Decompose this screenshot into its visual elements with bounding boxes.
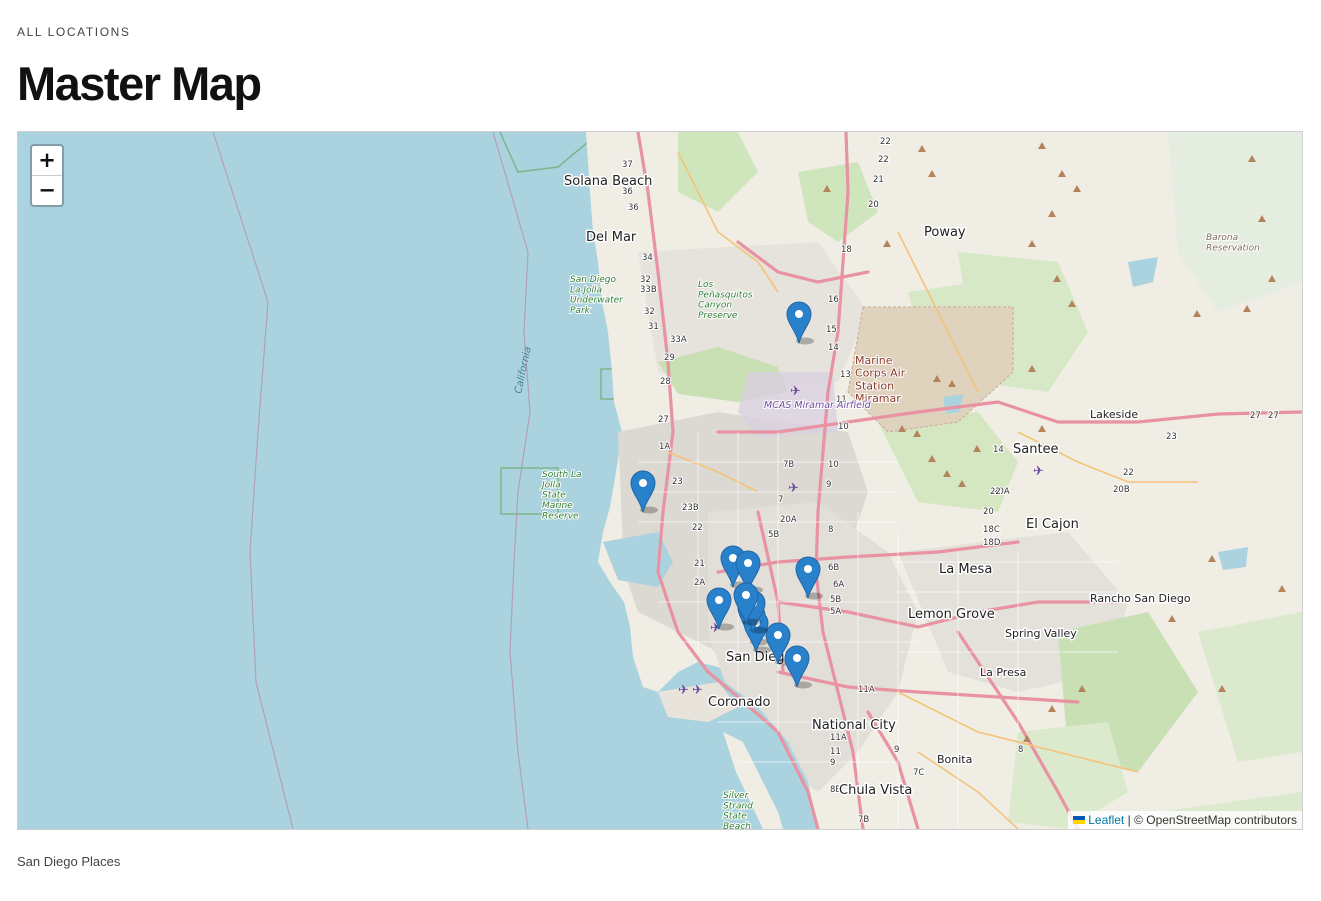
page-title: Master Map — [17, 57, 262, 110]
zoom-out-button[interactable]: − — [32, 176, 62, 205]
place-label: Lemon Grove — [908, 607, 995, 622]
svg-text:✈: ✈ — [678, 683, 689, 698]
svg-text:13: 13 — [840, 370, 851, 380]
svg-text:✈: ✈ — [1033, 464, 1044, 479]
place-label: Del Mar — [586, 230, 637, 245]
svg-text:6B: 6B — [828, 563, 839, 573]
svg-text:✈: ✈ — [788, 481, 799, 496]
attribution-separator: | — [1127, 813, 1131, 827]
svg-text:20: 20 — [983, 507, 994, 517]
osm-attribution-text: © OpenStreetMap contributors — [1134, 813, 1297, 827]
svg-text:✈: ✈ — [692, 683, 703, 698]
svg-text:9: 9 — [894, 745, 899, 755]
svg-text:22: 22 — [990, 487, 1001, 497]
place-label: Lakeside — [1090, 408, 1138, 421]
svg-text:8: 8 — [828, 525, 833, 535]
place-label: Poway — [924, 225, 966, 240]
svg-text:18: 18 — [841, 245, 852, 255]
svg-text:27: 27 — [1250, 411, 1261, 421]
svg-text:32: 32 — [644, 307, 655, 317]
ukraine-flag-icon — [1073, 816, 1086, 824]
svg-text:23: 23 — [1166, 432, 1177, 442]
svg-text:7: 7 — [778, 495, 783, 505]
svg-text:23: 23 — [672, 477, 683, 487]
svg-text:33A: 33A — [670, 335, 687, 345]
svg-text:15: 15 — [826, 325, 837, 335]
map-container[interactable]: ✈ ✈ ✈ ✈ ✈ ✈ 37 36 36 34 32 33B 32 31 33A 29 28 2… — [17, 131, 1303, 830]
airfield-label: MCAS Miramar Airfield — [764, 400, 872, 411]
svg-text:18D: 18D — [983, 538, 1001, 548]
place-label: El Cajon — [1026, 517, 1079, 532]
svg-text:7C: 7C — [913, 768, 924, 778]
svg-text:10: 10 — [838, 422, 849, 432]
svg-text:27: 27 — [1268, 411, 1279, 421]
basemap[interactable]: ✈ ✈ ✈ ✈ ✈ ✈ 373636 343233B 323133A 29282… — [18, 132, 1302, 829]
svg-text:22: 22 — [880, 137, 891, 147]
place-label: Coronado — [708, 695, 771, 710]
place-label: National City — [812, 718, 896, 733]
svg-text:11A: 11A — [830, 733, 847, 743]
svg-text:16: 16 — [828, 295, 839, 305]
svg-text:22: 22 — [692, 523, 703, 533]
svg-text:32: 32 — [640, 275, 651, 285]
svg-text:8: 8 — [1018, 745, 1023, 755]
svg-text:11A: 11A — [858, 685, 875, 695]
svg-text:9: 9 — [826, 480, 831, 490]
svg-text:37: 37 — [622, 160, 633, 170]
svg-text:27: 27 — [658, 415, 669, 425]
svg-text:20: 20 — [868, 200, 879, 210]
svg-text:10: 10 — [828, 460, 839, 470]
svg-text:31: 31 — [648, 322, 659, 332]
svg-text:1A: 1A — [659, 442, 670, 452]
svg-text:28: 28 — [660, 377, 671, 387]
place-label: Spring Valley — [1005, 627, 1077, 640]
svg-text:5B: 5B — [768, 530, 779, 540]
svg-text:33B: 33B — [640, 285, 657, 295]
place-label: Rancho San Diego — [1090, 592, 1191, 605]
place-label: Chula Vista — [839, 783, 912, 798]
svg-text:14: 14 — [993, 445, 1004, 455]
map-caption: San Diego Places — [17, 854, 121, 869]
svg-text:21: 21 — [873, 175, 884, 185]
svg-text:✈: ✈ — [790, 384, 801, 399]
svg-text:34: 34 — [642, 253, 653, 263]
svg-text:22: 22 — [878, 155, 889, 165]
place-label: Bonita — [937, 753, 972, 766]
svg-text:7B: 7B — [858, 815, 869, 825]
place-label: La Mesa — [939, 562, 992, 577]
svg-text:6A: 6A — [833, 580, 844, 590]
zoom-in-button[interactable]: + — [32, 146, 62, 176]
svg-text:5A: 5A — [830, 607, 841, 617]
svg-text:11: 11 — [830, 747, 841, 757]
svg-text:7B: 7B — [783, 460, 794, 470]
place-label: La Presa — [980, 666, 1026, 679]
place-label: Solana Beach — [564, 174, 652, 189]
svg-text:2A: 2A — [694, 578, 705, 588]
place-label: Santee — [1013, 442, 1059, 457]
eyebrow-label: ALL LOCATIONS — [17, 25, 131, 39]
svg-text:9: 9 — [830, 758, 835, 768]
svg-text:36: 36 — [628, 203, 639, 213]
svg-text:14: 14 — [828, 343, 839, 353]
svg-text:5B: 5B — [830, 595, 841, 605]
svg-text:18C: 18C — [983, 525, 1000, 535]
svg-text:20A: 20A — [780, 515, 797, 525]
svg-text:29: 29 — [664, 353, 675, 363]
svg-text:23B: 23B — [682, 503, 699, 513]
zoom-control: + − — [30, 144, 64, 207]
map-attribution: Leaflet | © OpenStreetMap contributors — [1068, 811, 1302, 829]
leaflet-link[interactable]: Leaflet — [1088, 813, 1124, 827]
svg-text:22: 22 — [1123, 468, 1134, 478]
svg-text:21: 21 — [694, 559, 705, 569]
svg-text:20B: 20B — [1113, 485, 1130, 495]
